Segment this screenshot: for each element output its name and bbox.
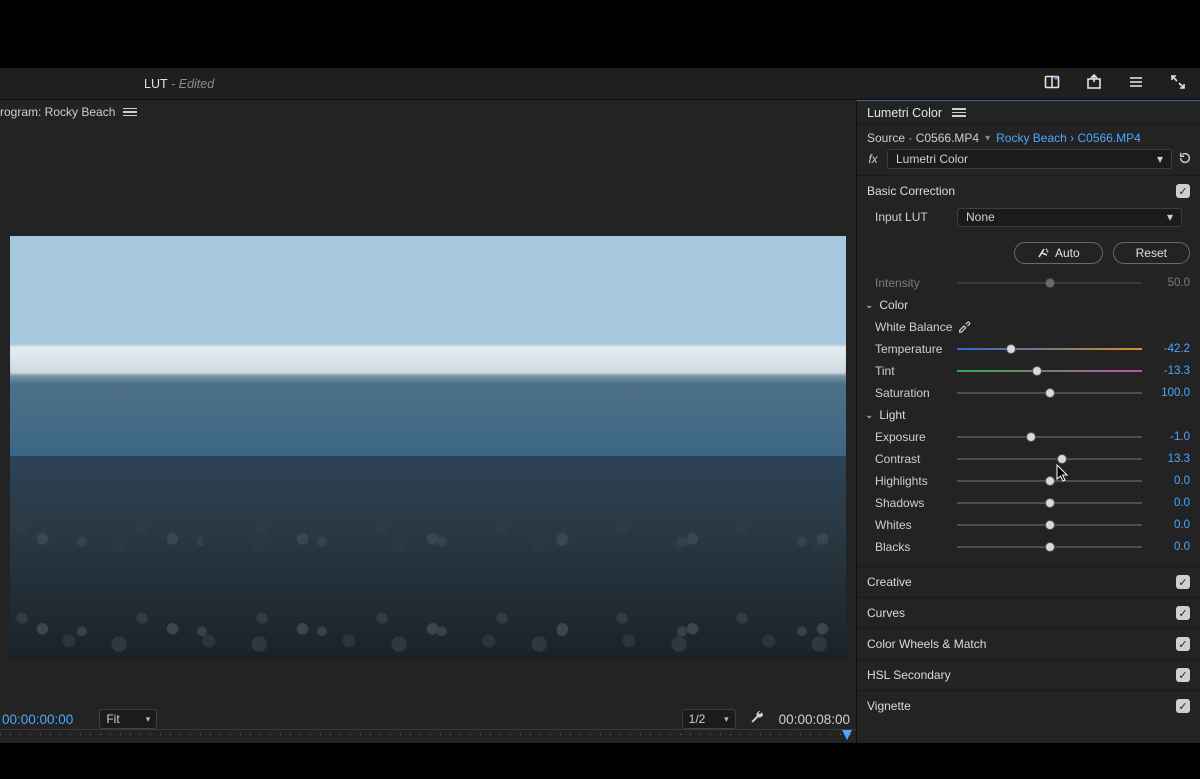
section-creative: Creative✓ <box>857 566 1200 597</box>
section-color-wheels-match: Color Wheels & Match✓ <box>857 628 1200 659</box>
exposure-value[interactable]: -1.0 <box>1150 431 1190 443</box>
menu-icon[interactable] <box>1128 74 1144 93</box>
source-clip-row: Source · C0566.MP4 ▾ Rocky Beach › C0566… <box>857 125 1200 145</box>
section-title[interactable]: Basic Correction <box>867 184 1176 198</box>
fullscreen-icon[interactable] <box>1170 74 1186 93</box>
section-enable-checkbox[interactable]: ✓ <box>1176 606 1190 620</box>
saturation-label: Saturation <box>875 386 953 400</box>
twirl-down-icon[interactable]: ⌄ <box>865 300 873 311</box>
time-ruler[interactable] <box>0 729 856 743</box>
auto-button[interactable]: Auto <box>1014 242 1103 264</box>
playhead-icon[interactable] <box>842 730 852 740</box>
section-enable-checkbox[interactable]: ✓ <box>1176 637 1190 651</box>
project-name: LUT <box>144 77 168 91</box>
contrast-slider[interactable] <box>957 453 1142 465</box>
effect-dropdown[interactable]: Lumetri Color ▾ <box>887 149 1172 169</box>
contrast-value[interactable]: 13.3 <box>1150 453 1190 465</box>
panel-menu-icon[interactable] <box>952 106 966 119</box>
exposure-label: Exposure <box>875 430 953 444</box>
saturation-value[interactable]: 100.0 <box>1150 387 1190 399</box>
tint-value[interactable]: -13.3 <box>1150 365 1190 377</box>
highlights-value[interactable]: 0.0 <box>1150 475 1190 487</box>
timecode-out[interactable]: 00:00:08:00 <box>779 712 850 727</box>
section-basic-correction: Basic Correction ✓ Input LUT None▾ Aut <box>857 175 1200 566</box>
section-title[interactable]: Curves <box>867 606 1176 620</box>
shadows-value[interactable]: 0.0 <box>1150 497 1190 509</box>
shadows-slider[interactable] <box>957 497 1142 509</box>
section-enable-checkbox[interactable]: ✓ <box>1176 184 1190 198</box>
intensity-label: Intensity <box>875 276 953 290</box>
settings-wrench-icon[interactable] <box>736 710 779 728</box>
export-icon[interactable] <box>1086 74 1102 93</box>
macos-top-gap <box>0 0 1200 68</box>
resolution-label: 1/2 <box>689 712 706 726</box>
section-vignette: Vignette✓ <box>857 690 1200 721</box>
zoom-fit-dropdown[interactable]: Fit ▾ <box>99 709 157 729</box>
blacks-label: Blacks <box>875 540 953 554</box>
section-title[interactable]: Creative <box>867 575 1176 589</box>
workspace-layout-icon[interactable] <box>1044 74 1060 93</box>
saturation-slider[interactable] <box>957 387 1142 399</box>
shadows-label: Shadows <box>875 496 953 510</box>
clip-path-link[interactable]: Rocky Beach › C0566.MP4 <box>996 131 1141 145</box>
section-title[interactable]: HSL Secondary <box>867 668 1176 682</box>
lumetri-title: Lumetri Color <box>867 106 942 120</box>
chevron-down-icon: ▾ <box>146 714 151 725</box>
temperature-slider[interactable] <box>957 343 1142 355</box>
macos-bottom-gap <box>0 743 1200 779</box>
video-preview-frame[interactable] <box>10 236 846 659</box>
program-monitor-title: rogram: Rocky Beach <box>0 105 115 119</box>
twirl-down-icon[interactable]: ⌄ <box>865 410 873 421</box>
zoom-fit-label: Fit <box>106 712 119 726</box>
section-enable-checkbox[interactable]: ✓ <box>1176 575 1190 589</box>
program-monitor-header: rogram: Rocky Beach <box>0 100 856 124</box>
color-group-label: Color <box>879 298 908 312</box>
whites-label: Whites <box>875 518 953 532</box>
contrast-label: Contrast <box>875 452 953 466</box>
tint-label: Tint <box>875 364 953 378</box>
whites-slider[interactable] <box>957 519 1142 531</box>
reset-effect-icon[interactable] <box>1178 151 1192 168</box>
tint-slider[interactable] <box>957 365 1142 377</box>
section-title[interactable]: Vignette <box>867 699 1176 713</box>
input-lut-label: Input LUT <box>875 210 953 224</box>
lumetri-color-panel: Lumetri Color Source · C0566.MP4 ▾ Rocky… <box>856 100 1200 743</box>
temperature-label: Temperature <box>875 342 953 356</box>
blacks-slider[interactable] <box>957 541 1142 553</box>
timecode-in[interactable]: 00:00:00:00 <box>2 712 73 727</box>
section-enable-checkbox[interactable]: ✓ <box>1176 699 1190 713</box>
exposure-slider[interactable] <box>957 431 1142 443</box>
reset-button[interactable]: Reset <box>1113 242 1190 264</box>
effect-dropdown-label: Lumetri Color <box>896 152 968 166</box>
light-group-label: Light <box>879 408 905 422</box>
app-titlebar: LUT - Edited <box>0 68 1200 100</box>
transport-bar: 00:00:00:00 Fit ▾ 1/2 ▾ 00:00:08:00 <box>0 687 856 743</box>
chevron-down-icon: ▾ <box>1157 152 1163 166</box>
chevron-down-icon[interactable]: ▾ <box>985 133 990 144</box>
intensity-value: 50.0 <box>1150 277 1190 289</box>
chevron-down-icon: ▾ <box>1167 210 1173 224</box>
highlights-label: Highlights <box>875 474 953 488</box>
resolution-dropdown[interactable]: 1/2 ▾ <box>682 709 736 729</box>
project-modified: - Edited <box>168 77 215 91</box>
lumetri-header: Lumetri Color <box>857 101 1200 125</box>
white-balance-label: White Balance <box>875 320 953 334</box>
intensity-slider <box>957 277 1142 289</box>
input-lut-dropdown[interactable]: None▾ <box>957 208 1182 227</box>
blacks-value[interactable]: 0.0 <box>1150 541 1190 553</box>
section-title[interactable]: Color Wheels & Match <box>867 637 1176 651</box>
section-hsl-secondary: HSL Secondary✓ <box>857 659 1200 690</box>
section-enable-checkbox[interactable]: ✓ <box>1176 668 1190 682</box>
whites-value[interactable]: 0.0 <box>1150 519 1190 531</box>
chevron-down-icon: ▾ <box>724 714 729 725</box>
section-curves: Curves✓ <box>857 597 1200 628</box>
program-monitor-panel: rogram: Rocky Beach 00:00:00:00 Fit ▾ 1/2… <box>0 100 856 743</box>
project-title: LUT - Edited <box>144 77 214 91</box>
highlights-slider[interactable] <box>957 475 1142 487</box>
panel-menu-icon[interactable] <box>123 106 137 119</box>
temperature-value[interactable]: -42.2 <box>1150 343 1190 355</box>
eyedropper-icon[interactable] <box>957 319 971 336</box>
fx-badge-icon: fx <box>865 152 881 166</box>
